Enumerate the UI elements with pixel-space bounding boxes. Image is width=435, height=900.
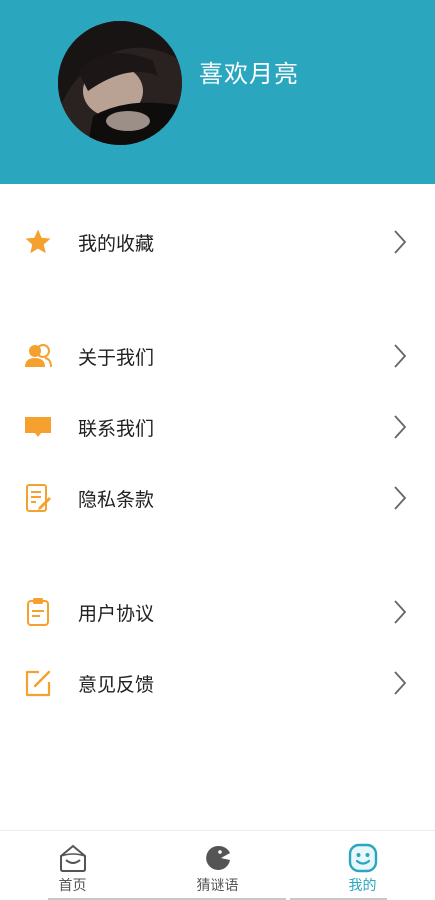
smile-face-icon [348, 843, 378, 873]
menu-item-user-agreement[interactable]: 用户协议 [0, 584, 435, 640]
username: 喜欢月亮 [199, 60, 299, 88]
pacman-icon [203, 843, 233, 873]
chevron-right-icon [393, 414, 407, 440]
chevron-right-icon [393, 670, 407, 696]
tab-label: 首页 [58, 878, 87, 894]
menu-item-label: 意见反馈 [78, 673, 155, 696]
feedback-edit-icon [22, 667, 54, 699]
tab-label: 猜谜语 [196, 878, 239, 894]
menu-item-contact-us[interactable]: 联系我们 [0, 399, 435, 455]
menu-item-favorites[interactable]: 我的收藏 [0, 214, 435, 270]
avatar[interactable] [58, 21, 182, 145]
profile-page: 喜欢月亮 我的收藏 关于我们 联系我们 隐私条款 用户协议 意见反馈 首页 猜谜… [0, 0, 435, 900]
star-icon [22, 226, 54, 258]
clipboard-icon [22, 596, 54, 628]
menu-item-label: 隐私条款 [78, 488, 155, 511]
tab-riddles[interactable]: 猜谜语 [145, 831, 290, 900]
profile-header: 喜欢月亮 [0, 0, 435, 184]
bottom-tab-bar: 首页 猜谜语 我的 [0, 830, 435, 900]
menu-item-label: 用户协议 [78, 602, 155, 625]
tab-label: 我的 [348, 878, 377, 894]
home-face-icon [58, 843, 88, 873]
menu-item-label: 联系我们 [78, 417, 155, 440]
chevron-right-icon [393, 229, 407, 255]
tab-mine[interactable]: 我的 [290, 831, 435, 900]
menu-item-label: 我的收藏 [78, 232, 155, 255]
users-icon [22, 340, 54, 372]
chevron-right-icon [393, 343, 407, 369]
chevron-right-icon [393, 599, 407, 625]
menu-item-label: 关于我们 [78, 346, 155, 369]
chat-bubble-icon [22, 411, 54, 443]
menu-item-feedback[interactable]: 意见反馈 [0, 655, 435, 711]
chevron-right-icon [393, 485, 407, 511]
menu-item-privacy[interactable]: 隐私条款 [0, 470, 435, 526]
document-edit-icon [22, 482, 54, 514]
tab-home[interactable]: 首页 [0, 831, 185, 900]
menu-item-about-us[interactable]: 关于我们 [0, 328, 435, 384]
